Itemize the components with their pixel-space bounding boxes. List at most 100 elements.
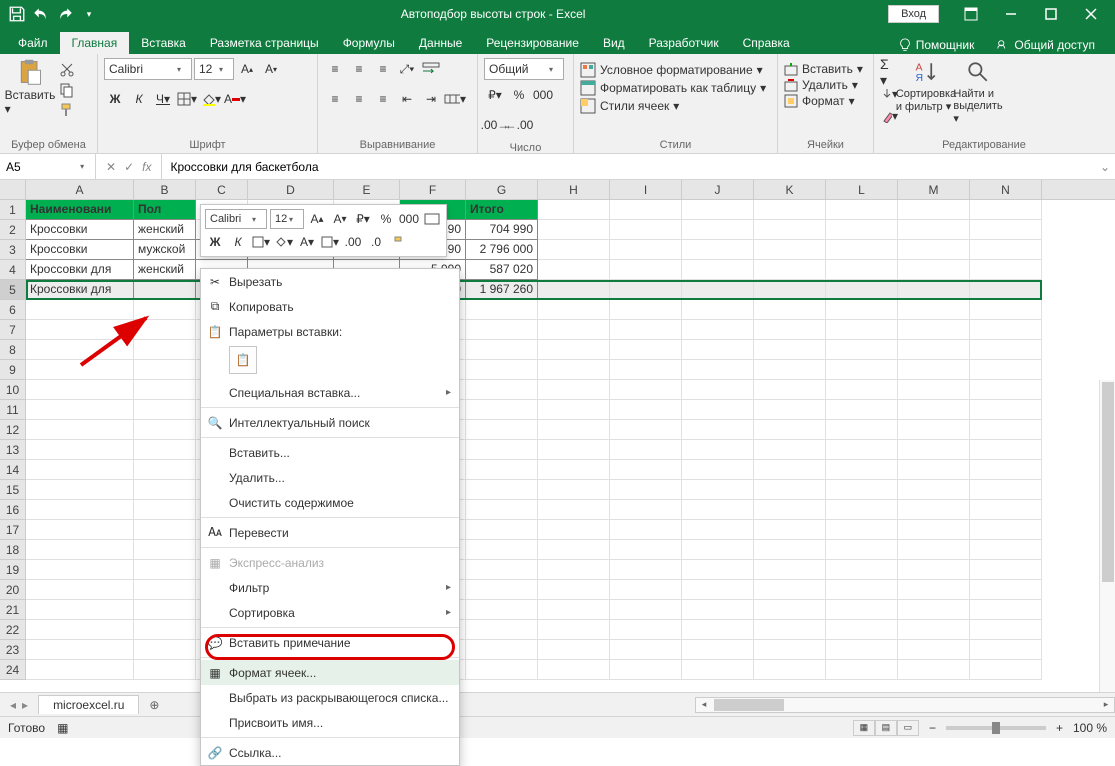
format-painter-icon[interactable] — [58, 102, 76, 118]
col-header[interactable]: B — [134, 180, 196, 199]
ctx-format-cells[interactable]: ▦Формат ячеек... — [201, 660, 459, 685]
ctx-filter[interactable]: Фильтр▸ — [201, 575, 459, 600]
ctx-translate[interactable]: 🗛Перевести — [201, 520, 459, 545]
fill-color-button[interactable]: ▾ — [200, 88, 222, 110]
col-header[interactable]: N — [970, 180, 1042, 199]
dec-decimal-icon[interactable]: ←.00 — [508, 114, 530, 136]
mini-grow-icon[interactable]: A▴ — [307, 209, 327, 229]
sort-filter-button[interactable]: АЯ Сортировка и фильтр ▾ — [902, 58, 950, 113]
mini-merge-icon[interactable] — [422, 209, 442, 229]
col-header[interactable]: F — [400, 180, 466, 199]
ctx-smart-lookup[interactable]: 🔍Интеллектуальный поиск — [201, 410, 459, 435]
tab-formulas[interactable]: Формулы — [331, 32, 407, 54]
cut-icon[interactable] — [58, 62, 76, 78]
ctx-clear[interactable]: Очистить содержимое — [201, 490, 459, 515]
signin-button[interactable]: Вход — [888, 5, 939, 23]
align-left-icon[interactable]: ≡ — [324, 88, 346, 110]
data-cell[interactable] — [134, 280, 196, 300]
col-header[interactable]: I — [610, 180, 682, 199]
tab-review[interactable]: Рецензирование — [474, 32, 591, 54]
formula-input[interactable] — [162, 160, 1095, 174]
horizontal-scrollbar[interactable]: ◂▸ — [695, 697, 1115, 713]
row-header[interactable]: 13 — [0, 440, 26, 460]
ctx-copy[interactable]: ⧉Копировать — [201, 294, 459, 319]
row-header[interactable]: 8 — [0, 340, 26, 360]
tab-insert[interactable]: Вставка — [129, 32, 198, 54]
maximize-icon[interactable] — [1031, 0, 1071, 28]
row-header[interactable]: 7 — [0, 320, 26, 340]
ctx-sort[interactable]: Сортировка▸ — [201, 600, 459, 625]
grow-font-icon[interactable]: A▴ — [236, 58, 258, 80]
font-name-combo[interactable]: Calibri▾ — [104, 58, 192, 80]
underline-button[interactable]: Ч ▾ — [152, 88, 174, 110]
inc-decimal-icon[interactable]: .00→ — [484, 114, 506, 136]
row-header[interactable]: 15 — [0, 480, 26, 500]
mini-dec-dec-icon[interactable]: .0 — [366, 232, 386, 252]
col-header[interactable]: C — [196, 180, 248, 199]
row-header[interactable]: 4 — [0, 260, 26, 280]
mini-cond-icon[interactable]: ▾ — [320, 232, 340, 252]
row-header[interactable]: 24 — [0, 660, 26, 680]
header-cell[interactable]: Пол — [134, 200, 196, 220]
close-icon[interactable] — [1071, 0, 1111, 28]
shrink-font-icon[interactable]: A▾ — [260, 58, 282, 80]
header-cell[interactable]: Итого — [466, 200, 538, 220]
select-all-corner[interactable] — [0, 180, 26, 199]
qat-customize-icon[interactable]: ▾ — [80, 5, 98, 23]
mini-border-icon[interactable]: ▾ — [251, 232, 271, 252]
sheet-nav-prev-icon[interactable]: ◂ — [10, 698, 16, 712]
col-header[interactable]: L — [826, 180, 898, 199]
tab-developer[interactable]: Разработчик — [637, 32, 731, 54]
mini-percent-icon[interactable]: % — [376, 209, 396, 229]
delete-cells-button[interactable]: Удалить ▾ — [784, 78, 858, 92]
indent-dec-icon[interactable]: ⇤ — [396, 88, 418, 110]
ctx-comment[interactable]: 💬Вставить примечание — [201, 630, 459, 655]
row-header[interactable]: 2 — [0, 220, 26, 240]
row-header[interactable]: 17 — [0, 520, 26, 540]
row-header[interactable]: 1 — [0, 200, 26, 220]
col-header[interactable]: J — [682, 180, 754, 199]
insert-cells-button[interactable]: Вставить ▾ — [784, 62, 863, 76]
row-header[interactable]: 5 — [0, 280, 26, 300]
ctx-pick-dropdown[interactable]: Выбрать из раскрывающегося списка... — [201, 685, 459, 710]
format-cells-button[interactable]: Формат ▾ — [784, 94, 855, 108]
vertical-scrollbar[interactable] — [1099, 380, 1115, 692]
ctx-insert[interactable]: Вставить... — [201, 440, 459, 465]
ribbon-opts-icon[interactable] — [951, 0, 991, 28]
currency-icon[interactable]: ₽▾ — [484, 84, 506, 106]
mini-fontcolor-icon[interactable]: A▾ — [297, 232, 317, 252]
paste-option-icon[interactable]: 📋 — [229, 346, 257, 374]
row-header[interactable]: 10 — [0, 380, 26, 400]
font-size-combo[interactable]: 12▾ — [194, 58, 234, 80]
zoom-slider[interactable] — [946, 726, 1046, 730]
col-header[interactable]: E — [334, 180, 400, 199]
expand-formula-icon[interactable]: ⌄ — [1095, 160, 1115, 174]
copy-icon[interactable] — [58, 82, 76, 98]
data-cell[interactable]: 587 020 — [466, 260, 538, 280]
align-right-icon[interactable]: ≡ — [372, 88, 394, 110]
tell-me-input[interactable]: Помощник — [890, 36, 983, 54]
cancel-icon[interactable]: ✕ — [106, 160, 116, 174]
cell-styles-button[interactable]: Стили ячеек ▾ — [580, 98, 679, 114]
row-header[interactable]: 11 — [0, 400, 26, 420]
sheet-tab[interactable]: microexcel.ru — [38, 695, 139, 714]
undo-icon[interactable] — [32, 5, 50, 23]
data-cell[interactable]: Кроссовки — [26, 220, 134, 240]
mini-italic-icon[interactable]: К — [228, 232, 248, 252]
col-header[interactable]: G — [466, 180, 538, 199]
ctx-link[interactable]: 🔗Ссылка... — [201, 740, 459, 765]
data-cell[interactable]: женский — [134, 220, 196, 240]
tab-home[interactable]: Главная — [60, 32, 130, 54]
row-header[interactable]: 3 — [0, 240, 26, 260]
mini-font-combo[interactable]: Calibri▾ — [205, 209, 267, 229]
col-header[interactable]: M — [898, 180, 970, 199]
view-normal-icon[interactable]: ▦ — [853, 720, 875, 736]
wrap-text-icon[interactable] — [420, 58, 442, 80]
col-header[interactable]: H — [538, 180, 610, 199]
italic-button[interactable]: К — [128, 88, 150, 110]
row-header[interactable]: 23 — [0, 640, 26, 660]
fx-icon[interactable]: fx — [142, 160, 151, 174]
align-mid-icon[interactable]: ≡ — [348, 58, 370, 80]
data-cell[interactable]: 704 990 — [466, 220, 538, 240]
data-cell[interactable]: мужской — [134, 240, 196, 260]
